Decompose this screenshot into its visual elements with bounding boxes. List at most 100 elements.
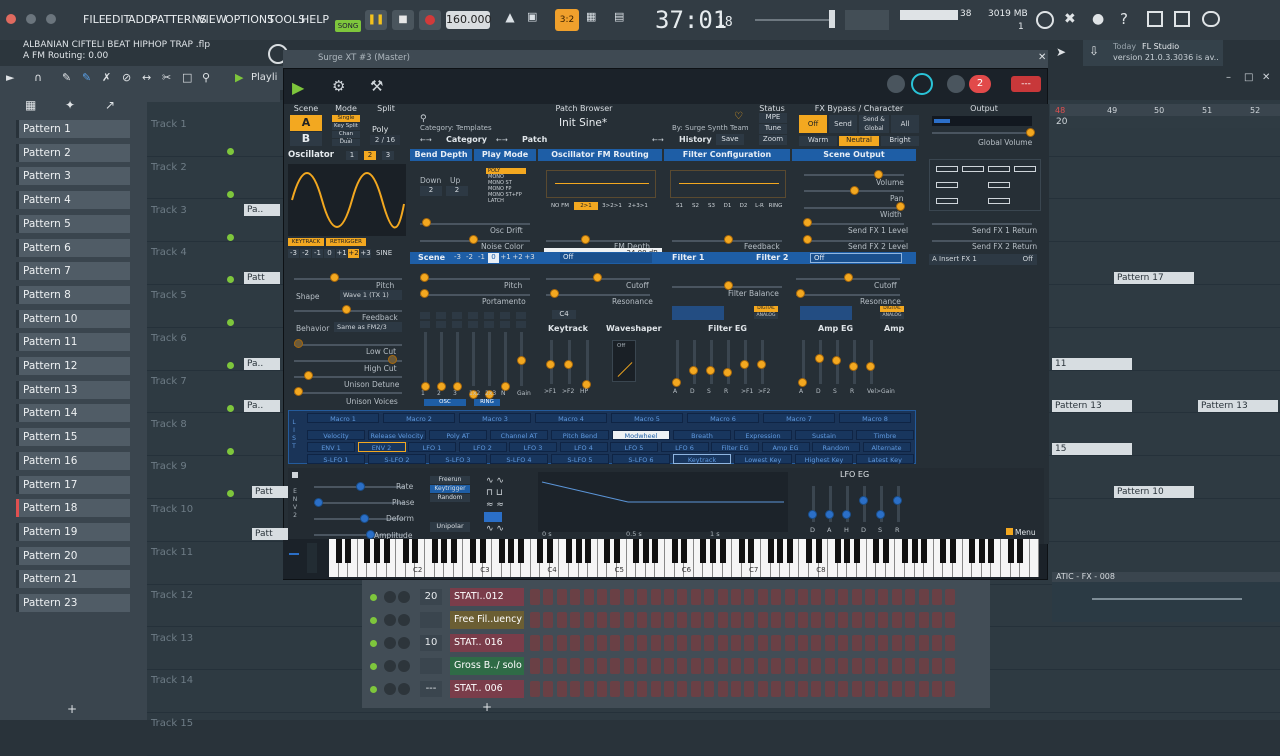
stop-icon[interactable]: ■ (392, 10, 414, 30)
step-pad[interactable] (704, 589, 715, 605)
step-pad[interactable] (744, 635, 755, 651)
mixer-mute-toggle[interactable] (436, 312, 446, 319)
channel-row[interactable]: Free Fil..uency (362, 609, 990, 631)
channel-pan-knob[interactable] (384, 637, 396, 649)
patch-name[interactable]: Init Sine* (559, 117, 607, 129)
tools-icon[interactable]: ✖ (1064, 11, 1076, 27)
fm-routing-diagram[interactable] (546, 170, 656, 198)
step-pad[interactable] (543, 589, 554, 605)
macro-slot[interactable]: Macro 4 (535, 413, 607, 423)
mod-source[interactable]: Filter EG (711, 442, 759, 452)
step-pad[interactable] (610, 635, 621, 651)
scene-b-button[interactable]: B (290, 132, 322, 146)
piano-black-key[interactable] (508, 539, 515, 563)
step-pad[interactable] (744, 658, 755, 674)
mod-source[interactable]: Timbre (856, 430, 914, 440)
piano-black-key[interactable] (786, 539, 793, 563)
help-icon[interactable]: ? (1120, 10, 1128, 28)
mod-source[interactable]: LFO 4 (559, 442, 608, 452)
piano-black-key[interactable] (652, 539, 659, 563)
step-pad[interactable] (731, 681, 741, 697)
track-label[interactable]: Track 14 (151, 675, 193, 686)
plugin-settings-icon[interactable]: ⚙ (332, 77, 345, 95)
eg-slider-knob[interactable] (849, 362, 858, 371)
mixer-solo-toggle[interactable] (436, 321, 446, 328)
step-pad[interactable] (583, 658, 594, 674)
piano-black-key[interactable] (642, 539, 649, 563)
channel-pan-knob[interactable] (384, 683, 396, 695)
step-pad[interactable] (597, 635, 607, 651)
step-pad[interactable] (824, 681, 835, 697)
mod-source[interactable]: Velocity (307, 430, 365, 440)
midi-channel-badge[interactable]: 2 (969, 75, 991, 93)
filter-config-option[interactable]: D2 (736, 202, 751, 210)
chat-icon[interactable] (1202, 11, 1220, 27)
playlist-maximize-icon[interactable]: □ (1244, 72, 1253, 83)
step-pad[interactable] (637, 681, 648, 697)
step-pad[interactable] (637, 658, 648, 674)
playlist-clip[interactable]: 15 (1052, 443, 1132, 455)
track-enable-icon[interactable] (227, 447, 234, 455)
menu-file[interactable]: FILE (83, 13, 106, 26)
channel-name-button[interactable]: STAT.. 016 (450, 634, 524, 652)
lfo-bypass-icon[interactable] (292, 472, 298, 478)
step-pad[interactable] (664, 658, 674, 674)
pattern-item[interactable]: Pattern 11 (16, 333, 130, 352)
master-volume-knob[interactable] (829, 10, 835, 28)
channel-pan-knob[interactable] (384, 614, 396, 626)
step-pad[interactable] (918, 681, 929, 697)
step-pad[interactable] (690, 635, 701, 651)
bend-up-value[interactable]: 2 (446, 186, 468, 196)
step-pad[interactable] (731, 589, 741, 605)
step-pad[interactable] (597, 589, 607, 605)
track-label[interactable]: Track 2 (151, 162, 187, 173)
countdown-icon[interactable]: 3:2 (555, 9, 579, 31)
step-pad[interactable] (530, 658, 540, 674)
pan-knob[interactable] (850, 186, 859, 195)
global-volume-knob[interactable] (1026, 128, 1035, 137)
step-pad[interactable] (731, 635, 741, 651)
step-pad[interactable] (690, 658, 701, 674)
channel-enable-icon[interactable] (370, 686, 377, 693)
channel-volume-knob[interactable] (398, 614, 410, 626)
osc-octave-+2[interactable]: +2 (348, 249, 359, 258)
patch-button[interactable]: Patch (522, 135, 547, 144)
lfo-eg-knob[interactable] (808, 510, 817, 519)
delete-icon[interactable]: ✗ (102, 71, 111, 84)
step-pad[interactable] (637, 612, 648, 628)
mode-chan-split[interactable]: Chan Split (332, 131, 360, 144)
channel-mixer-track[interactable]: 10 (420, 635, 442, 651)
step-pad[interactable] (650, 681, 661, 697)
step-pad[interactable] (878, 612, 889, 628)
piano-black-key[interactable] (767, 539, 774, 563)
step-pad[interactable] (918, 658, 929, 674)
osc-octave-+3[interactable]: +3 (360, 249, 371, 258)
scene-octave-+3[interactable]: +3 (524, 253, 535, 263)
track-enable-icon[interactable] (227, 190, 234, 198)
step-pad[interactable] (851, 681, 862, 697)
scene-octave--2[interactable]: -2 (464, 253, 475, 263)
piano-black-key[interactable] (345, 539, 352, 563)
step-pad[interactable] (556, 612, 567, 628)
step-pad[interactable] (905, 612, 916, 628)
step-pad[interactable] (878, 589, 889, 605)
filter-config-option[interactable]: S2 (688, 202, 703, 210)
eg-slider-knob[interactable] (757, 360, 766, 369)
channel-row[interactable]: Gross B../ solo (362, 655, 990, 677)
piano-black-key[interactable] (940, 539, 947, 563)
lfo-eg-knob[interactable] (825, 510, 834, 519)
macro-slot[interactable]: Macro 6 (687, 413, 759, 423)
keytrack-slider-knob[interactable] (546, 360, 555, 369)
lfo-keytrigger[interactable]: Keytrigger (430, 485, 470, 493)
piano-black-key[interactable] (1017, 539, 1024, 563)
tune-toggle[interactable]: Tune (759, 124, 787, 134)
fx-all-button[interactable]: All (891, 115, 919, 133)
render-icon[interactable] (1174, 11, 1190, 27)
piano-black-key[interactable] (585, 539, 592, 563)
fx-off-button[interactable]: Off (799, 115, 827, 133)
step-pad[interactable] (610, 612, 621, 628)
news-panel[interactable]: ⇩ Today FL Studio version 21.0.3.3036 is… (1083, 40, 1223, 66)
step-pad[interactable] (851, 612, 862, 628)
surge-menu-button[interactable]: Menu (1006, 528, 1036, 537)
piano-icon[interactable]: ▦ (25, 98, 36, 112)
